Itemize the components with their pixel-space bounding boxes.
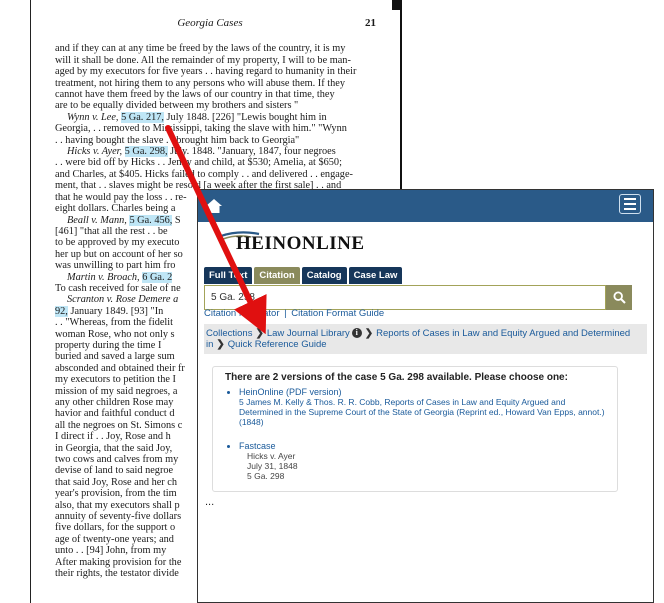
heinonline-pdf-link[interactable]: HeinOnline (PDF version)	[239, 387, 342, 397]
case-entry-wynn: Wynn v. Lee, 5 Ga. 217, July 1848. [226]…	[55, 111, 376, 123]
list-item: Fastcase Hicks v. Ayer July 31, 1848 5 G…	[239, 441, 605, 481]
versions-list: HeinOnline (PDF version) 5 James M. Kell…	[225, 387, 605, 481]
tab-citation[interactable]: Citation	[254, 267, 300, 284]
text-line: . . having bought the slave . . brought …	[55, 134, 300, 146]
home-icon[interactable]	[204, 196, 224, 216]
case-text: July. 1848. "January, 1847, four negroes	[167, 146, 336, 158]
citation-navigator-link[interactable]: Citation Navigator	[204, 308, 280, 319]
case-citation-highlight[interactable]: 6 Ga. 2	[142, 271, 173, 283]
breadcrumb-quick-reference-guide[interactable]: Quick Reference Guide	[228, 339, 327, 350]
case-name: Hicks v. Ayer,	[67, 146, 123, 158]
list-item: HeinOnline (PDF version) 5 James M. Kell…	[239, 387, 605, 427]
heinonline-window: HEINONLINE Full Text Citation Catalog Ca…	[197, 189, 654, 603]
search-row	[204, 285, 632, 310]
case-citation-highlight[interactable]: 92,	[55, 305, 68, 317]
page-header-title: Georgia Cases	[177, 17, 243, 29]
case-citation-highlight[interactable]: 5 Ga. 217,	[121, 111, 164, 123]
text-line: and if they can at any time be freed by …	[55, 43, 346, 55]
fastcase-case-name: Hicks v. Ayer	[247, 451, 296, 461]
fastcase-date: July 31, 1848	[247, 461, 298, 471]
search-icon	[612, 291, 626, 304]
case-text: July 1848. [226] "Lewis bought him in	[163, 111, 327, 123]
case-name: Wynn v. Lee,	[67, 111, 119, 123]
case-name: Beall v. Mann,	[67, 214, 127, 226]
tab-catalog[interactable]: Catalog	[301, 267, 347, 284]
tab-case-law[interactable]: Case Law	[348, 267, 403, 284]
page-corner-mark	[392, 0, 400, 10]
breadcrumb: Collections ❯ Law Journal Library i ❯ Reports…	[204, 324, 647, 354]
logo-wordmark: HEINONLINE	[236, 233, 365, 254]
text-line: treatment, not hiring them to any person…	[55, 77, 345, 89]
top-navbar	[198, 190, 653, 222]
fastcase-cite: 5 Ga. 298	[247, 471, 285, 481]
text-line: are to be equally divided between my bro…	[55, 100, 299, 112]
chevron-right-icon: ❯	[255, 328, 264, 339]
info-icon[interactable]: i	[351, 328, 362, 339]
link-separator: |	[284, 308, 287, 319]
text-line: will it shall be done. All the remainder…	[55, 54, 351, 66]
search-button[interactable]	[606, 285, 632, 310]
case-text: S	[172, 214, 181, 226]
more-ellipsis: ...	[205, 496, 215, 508]
case-name: Scranton v. Rose Demere a	[67, 294, 179, 306]
results-panel: There are 2 versions of the case 5 Ga. 2…	[212, 366, 618, 492]
text-line: . . were bid off by Hicks . . Jenny and …	[55, 157, 342, 169]
citation-search-input[interactable]	[204, 285, 606, 310]
text-line: Georgia, . . removed to Mississippi, tak…	[55, 123, 347, 135]
fastcase-link[interactable]: Fastcase	[239, 441, 276, 451]
tab-full-text[interactable]: Full Text	[204, 267, 253, 284]
breadcrumb-law-journal-library[interactable]: Law Journal Library	[267, 328, 350, 339]
citation-links: Citation Navigator | Citation Format Gui…	[204, 308, 384, 319]
text-line: aged by my executors for five years . . …	[55, 66, 357, 78]
citation-format-guide-link[interactable]: Citation Format Guide	[291, 308, 384, 319]
case-citation-highlight[interactable]: 5 Ga. 298,	[124, 146, 168, 158]
case-name: Martin v. Broach,	[67, 271, 140, 283]
page-header: Georgia Cases 21	[55, 17, 376, 29]
chevron-right-icon: ❯	[216, 339, 225, 350]
chevron-right-icon: ❯	[364, 328, 374, 339]
case-citation-highlight[interactable]: 5 Ga. 456,	[129, 214, 173, 226]
text-line: cannot have them freed by the laws of ou…	[55, 89, 335, 101]
case-text: January 1849. [93] "In	[67, 305, 164, 317]
case-entry-hicks: Hicks v. Ayer, 5 Ga. 298, July. 1848. "J…	[55, 146, 376, 158]
tab-bar: Full Text Citation Catalog Case Law	[204, 267, 403, 284]
hamburger-menu-icon[interactable]	[619, 194, 641, 214]
text-line: and Charles, at $405. Hicks failed to co…	[55, 168, 353, 180]
breadcrumb-collections[interactable]: Collections	[206, 328, 252, 339]
version-detail[interactable]: 5 James M. Kelly & Thos. R. R. Cobb, Rep…	[239, 397, 605, 427]
results-title: There are 2 versions of the case 5 Ga. 2…	[225, 372, 568, 383]
page-number: 21	[365, 17, 376, 29]
